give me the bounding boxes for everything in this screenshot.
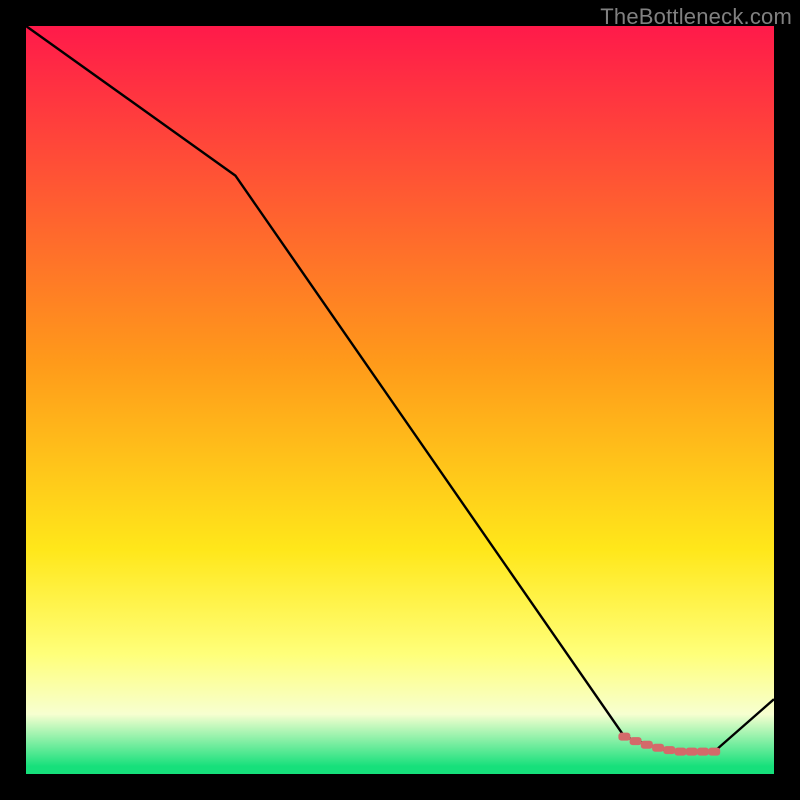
background-gradient (26, 26, 774, 774)
chart-stage: TheBottleneck.com (0, 0, 800, 800)
plot-area (26, 26, 774, 774)
watermark-text: TheBottleneck.com (600, 4, 792, 30)
gradient-rect (26, 26, 774, 774)
